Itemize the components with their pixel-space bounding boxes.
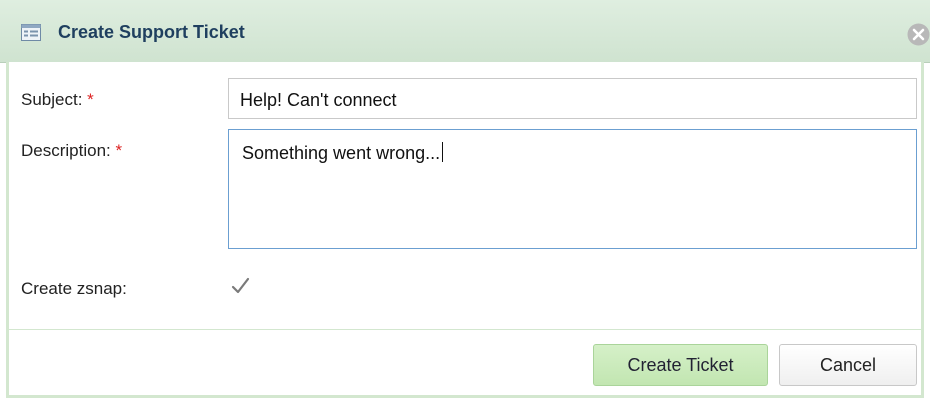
dialog-title: Create Support Ticket (58, 22, 245, 42)
subject-input-value: Help! Can't connect (240, 90, 397, 110)
support-ticket-dialog: Create Support Ticket Subject: * Help! C… (0, 0, 930, 407)
zsnap-checkbox[interactable] (230, 276, 250, 296)
create-ticket-button[interactable]: Create Ticket (593, 344, 768, 386)
description-required-marker: * (115, 141, 123, 160)
description-textarea[interactable]: Something went wrong... (228, 129, 917, 249)
subject-label: Subject: * (21, 90, 94, 110)
subject-input[interactable]: Help! Can't connect (228, 78, 917, 119)
text-caret (442, 142, 444, 162)
checkmark-icon (231, 277, 250, 294)
subject-label-text: Subject: (21, 90, 83, 109)
dialog-titlebar[interactable]: Create Support Ticket (0, 0, 930, 63)
description-label-text: Description: (21, 141, 111, 160)
dialog-bottom-edge (0, 398, 930, 407)
cancel-button[interactable]: Cancel (779, 344, 917, 386)
close-icon[interactable] (907, 23, 930, 46)
subject-required-marker: * (87, 90, 94, 109)
form-icon (21, 24, 41, 41)
zsnap-label: Create zsnap: (21, 279, 127, 298)
description-label: Description: * (21, 141, 122, 161)
description-textarea-value: Something went wrong... (242, 143, 441, 163)
